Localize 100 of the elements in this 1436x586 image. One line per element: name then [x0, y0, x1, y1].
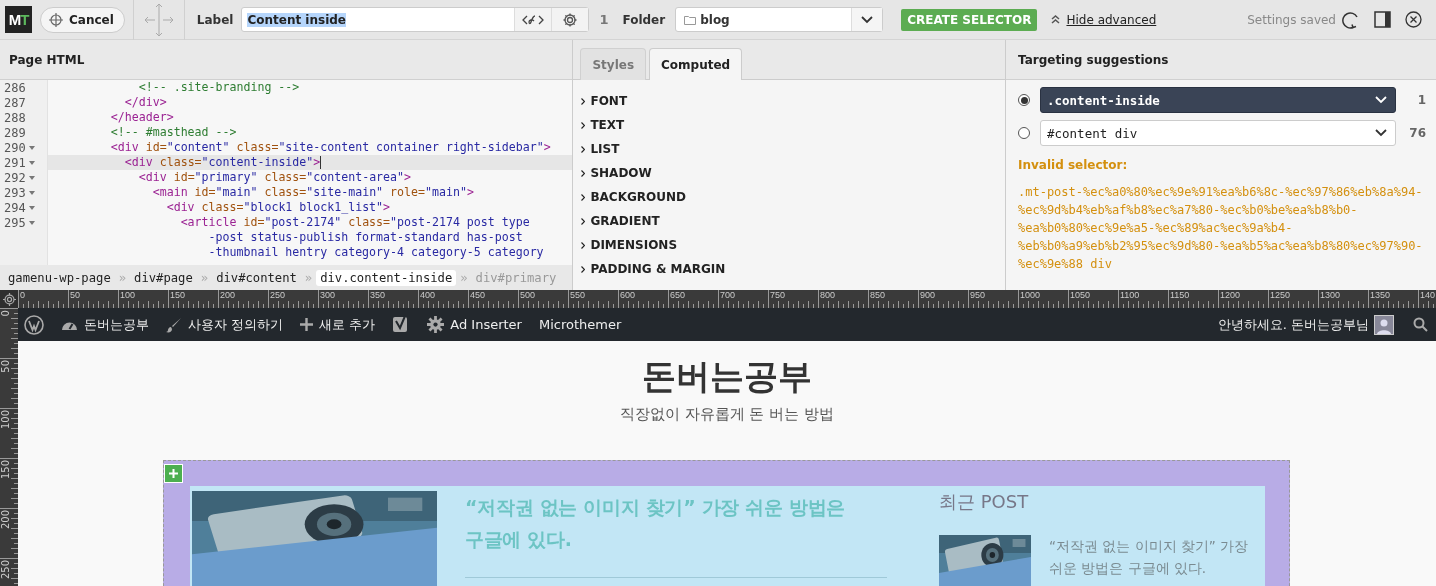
selector-dropdown[interactable]: #content div	[1040, 120, 1396, 146]
ruler-label: 400	[419, 290, 437, 300]
section-header[interactable]: SHADOW	[590, 166, 652, 180]
code-editor[interactable]	[0, 80, 573, 265]
ruler-label: 800	[819, 290, 837, 300]
ruler-label: 300	[319, 290, 337, 300]
label-field[interactable]: Content inside	[241, 7, 590, 32]
line-number: 290	[4, 140, 26, 155]
line-number: 289	[4, 125, 26, 140]
line-number: 287	[4, 95, 26, 110]
ruler-label: 1250	[1269, 290, 1292, 300]
settings-icon[interactable]	[2, 292, 16, 306]
ruler-label: 1200	[1219, 290, 1242, 300]
sidebar-toggle-icon[interactable]	[1374, 11, 1391, 28]
brush-icon	[166, 316, 182, 333]
ruler-label: 200	[1, 510, 11, 530]
section-header[interactable]: DIMENSIONS	[590, 238, 678, 252]
line-number: 286	[4, 80, 26, 95]
line-number: 295	[4, 215, 26, 230]
fold-caret-icon[interactable]	[28, 220, 35, 225]
toolbar-item[interactable]: 사용자 정의하기	[188, 315, 284, 334]
toolbar-item[interactable]: Ad Inserter	[450, 317, 522, 332]
breadcrumb-item[interactable]: div.content-inside	[316, 269, 457, 286]
refresh-icon[interactable]	[1342, 10, 1360, 29]
line-number: 292	[4, 170, 26, 185]
toolbar-item[interactable]: Microthemer	[538, 317, 622, 332]
line-number: 293	[4, 185, 26, 200]
chevron-right-icon	[581, 121, 586, 129]
code-text: <main id="main" class="site-main" role="main">	[151, 185, 475, 200]
sidebar-heading: 최근 POST	[939, 490, 1030, 514]
section-header[interactable]: BACKGROUND	[590, 190, 686, 204]
crosshair-icon	[49, 12, 63, 27]
ruler-label: 500	[519, 290, 537, 300]
fold-caret-icon[interactable]	[28, 145, 35, 150]
breadcrumb-item[interactable]: div#content	[212, 269, 301, 286]
match-count: 1	[1416, 93, 1426, 107]
double-chevron-up-icon	[1051, 15, 1061, 24]
toolbar-item[interactable]: 돈버는공부	[84, 315, 149, 334]
breadcrumb-separator: »	[304, 270, 313, 285]
selector-dropdown[interactable]: .content-inside	[1040, 87, 1396, 113]
section-header[interactable]: TEXT	[590, 118, 625, 132]
match-count: 76	[1408, 126, 1426, 140]
close-icon[interactable]	[1405, 11, 1422, 28]
chevron-right-icon	[581, 217, 586, 225]
section-header[interactable]: FONT	[590, 94, 628, 108]
panel-title: Targeting suggestions	[1006, 40, 1436, 80]
breadcrumb-item[interactable]: div#page	[130, 269, 197, 286]
match-count: 1	[599, 12, 609, 27]
plus-icon[interactable]	[164, 464, 183, 483]
section-header[interactable]: LIST	[590, 142, 620, 156]
code-text: <article id="post-2174" class="post-2174 post type	[179, 215, 531, 230]
avatar[interactable]	[1374, 314, 1394, 335]
site-title[interactable]: 돈버는공부	[18, 355, 1436, 397]
chevron-right-icon	[581, 265, 586, 273]
chevron-right-icon	[581, 193, 586, 201]
tab[interactable]: Computed	[649, 48, 743, 80]
line-number: 288	[4, 110, 26, 125]
ruler-label: 950	[969, 290, 987, 300]
wordpress-logo-icon[interactable]	[24, 314, 44, 335]
breadcrumb-item[interactable]: gamenu-wp-page	[4, 269, 115, 286]
section-header[interactable]: PADDING & MARGIN	[590, 262, 726, 276]
ruler-label: 250	[269, 290, 287, 300]
code-text: -thumbnail hentry category-4 category-5 category	[207, 245, 545, 260]
settings-icon[interactable]	[562, 11, 579, 28]
fold-caret-icon[interactable]	[28, 205, 35, 210]
fold-caret-icon[interactable]	[28, 190, 35, 195]
section-header[interactable]: GRADIENT	[590, 214, 660, 228]
ruler-label: 850	[869, 290, 887, 300]
fold-caret-icon[interactable]	[28, 175, 35, 180]
ruler-label: 50	[69, 290, 81, 300]
code-text: -post status-publish format-standard has-post	[207, 230, 524, 245]
ruler-label: 1050	[1069, 290, 1092, 300]
ruler-label: 700	[719, 290, 737, 300]
chevron-right-icon	[581, 97, 586, 105]
breadcrumb-separator: »	[460, 270, 468, 285]
hide-advanced-link[interactable]: Hide advanced	[1066, 12, 1157, 27]
ruler-label: 50	[1, 360, 11, 373]
chevron-down-icon	[861, 15, 874, 24]
code-text: </div>	[123, 95, 168, 110]
cancel-button[interactable]: Cancel	[40, 6, 125, 33]
code-icon[interactable]	[522, 13, 545, 26]
toolbar-item[interactable]: 새로 추가	[319, 315, 376, 334]
folder-caption: Folder	[622, 12, 666, 27]
ruler-label: 1150	[1169, 290, 1191, 300]
folder-select[interactable]: blog	[675, 7, 884, 32]
line-number: 291	[4, 155, 26, 170]
code-text: <div class="block1 block1_list">	[165, 200, 392, 215]
ruler-label: 0	[1, 310, 11, 317]
ruler-label: 150	[169, 290, 187, 300]
ruler-label: 100	[1, 410, 11, 430]
fold-caret-icon[interactable]	[28, 160, 35, 165]
ruler-label: 1300	[1319, 290, 1342, 300]
ruler-label: 200	[219, 290, 237, 300]
radio-button[interactable]	[1018, 127, 1030, 139]
search-icon[interactable]	[1413, 317, 1428, 332]
radio-button[interactable]	[1018, 94, 1030, 106]
chevron-down-icon	[1375, 96, 1387, 104]
greeting[interactable]: 안녕하세요. 돈버는공부님	[1217, 315, 1369, 334]
code-text: <div id="content" class="site-content container right-sidebar">	[109, 140, 552, 155]
status-text: Settings saved	[1247, 12, 1336, 27]
